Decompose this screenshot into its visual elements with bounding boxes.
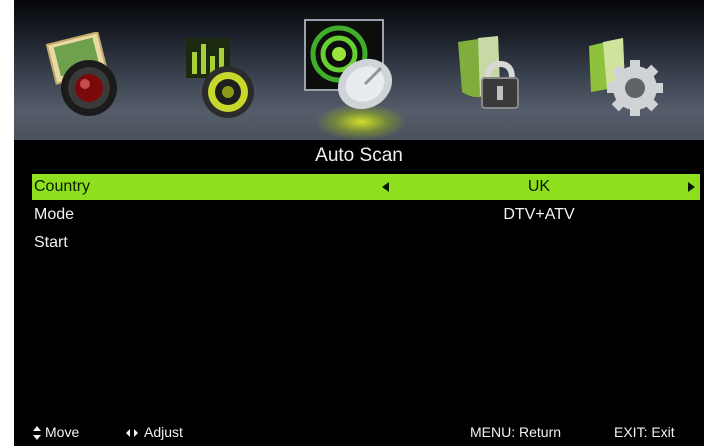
move-hint: Move (45, 424, 80, 440)
picture-icon[interactable] (41, 31, 133, 124)
arrow-left-icon[interactable] (382, 182, 389, 192)
adjust-hint: Adjust (144, 424, 183, 440)
sound-icon[interactable] (176, 32, 268, 124)
menu-item-label: Start (34, 234, 68, 251)
left-right-arrows-icon (125, 418, 139, 446)
key-hint-bar: Move Adjust MENU: Return EXIT: Exit (14, 418, 704, 446)
setup-gear-icon[interactable] (579, 32, 671, 124)
menu-return-hint: MENU: Return (470, 424, 562, 440)
menu-item-value: DTV+ATV (503, 206, 575, 223)
exit-hint: EXIT: Exit (614, 424, 675, 440)
menu-title: Auto Scan (315, 145, 403, 166)
tv-osd-screen: Auto Scan Country UK Mode DTV+ATV Start … (14, 0, 704, 446)
menu-item-mode[interactable]: Mode DTV+ATV (32, 202, 700, 228)
menu-item-country[interactable]: Country UK (32, 174, 700, 200)
lock-icon[interactable] (444, 32, 536, 124)
menu-item-label: Mode (34, 206, 75, 223)
up-down-arrows-icon (32, 418, 42, 446)
menu-icon-bar (14, 0, 704, 140)
arrow-right-icon[interactable] (688, 182, 695, 192)
menu-item-value: UK (527, 178, 551, 195)
channel-satellite-icon[interactable] (299, 14, 403, 118)
menu-item-label: Country (34, 178, 91, 195)
menu-item-start[interactable]: Start (32, 230, 700, 256)
